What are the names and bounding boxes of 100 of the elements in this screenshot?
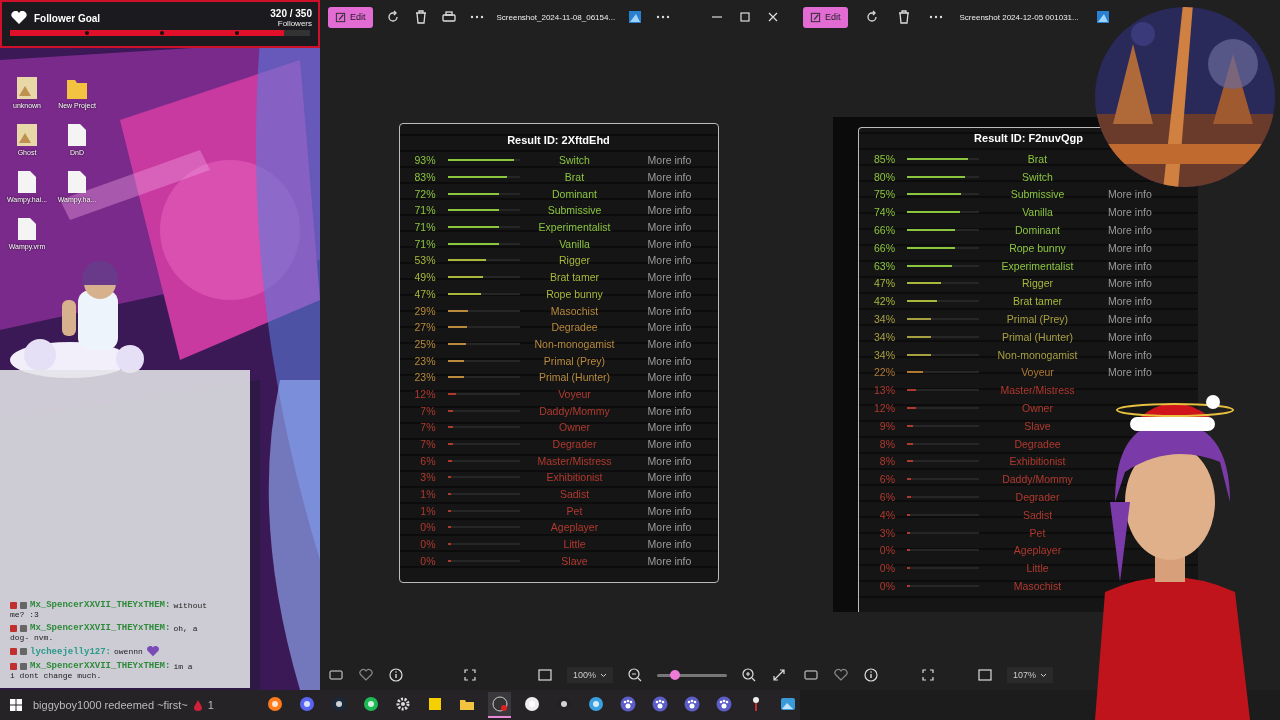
trait-name: Rigger [558,254,591,267]
trait-name: Masochist [1012,580,1063,592]
more-info-link[interactable]: More info [1088,259,1198,272]
more-info-link[interactable]: More info [1088,277,1198,290]
more-info-link[interactable]: More info [647,171,692,184]
percent-value: 13% [873,384,896,397]
edit-button[interactable]: Edit [803,6,848,28]
percent-value: 22% [873,366,896,379]
more-info-link[interactable]: More info [1088,224,1198,237]
percent-value: 72% [413,187,437,200]
trait-name: Degradee [550,321,599,334]
result-title: Result ID: F2nuvQgp [973,132,1084,144]
trait-name: Rope bunny [545,287,604,300]
percent-value: 0% [419,554,437,567]
chat-username: Mx_SpencerXXVII_THEYxTHEM: [30,623,171,633]
more-info-link[interactable]: More info [647,504,692,517]
trait-name: Primal (Hunter) [537,371,612,384]
more-info-link[interactable]: More info [647,538,692,551]
percent-value: 9% [878,419,896,432]
trait-name: Masochist [549,304,600,317]
trait-name: Degradee [1013,437,1062,450]
goal-title: Follower Goal [34,12,102,24]
percent-value: 0% [878,562,896,575]
percent-value: 0% [419,521,437,534]
trait-name: Daddy/Mommy [538,404,611,417]
trait-name: Rope bunny [1008,241,1067,254]
trait-name: Primal (Hunter) [1000,330,1075,343]
more-info-link[interactable]: More info [647,187,692,200]
zoom-dropdown[interactable]: 107% [1006,667,1053,683]
trait-name: Degrader [551,438,598,451]
more-info-link[interactable]: More info [647,271,692,284]
trait-name: Pet [565,504,584,517]
more-info-link[interactable]: More info [647,354,692,367]
more-info-link[interactable]: More info [647,237,692,250]
percent-value: 6% [878,473,896,486]
percent-value: 63% [873,259,896,272]
percent-value: 0% [419,538,437,551]
percent-value: 53% [413,254,437,267]
more-info-link[interactable]: More info [647,438,692,451]
zoom-dropdown[interactable]: 100% [566,667,613,683]
percent-value: 66% [873,224,896,237]
more-info-link[interactable]: More info [647,304,692,317]
percent-value: 42% [873,295,896,308]
more-info-link[interactable]: More info [647,254,692,267]
percent-value: 34% [873,330,896,343]
percent-value: 34% [873,313,896,326]
more-info-link[interactable]: More info [1088,348,1198,361]
trait-name: Owner [1021,402,1054,415]
trait-name: Non-monogamist [533,337,616,350]
more-info-link[interactable]: More info [647,521,692,534]
percent-value: 12% [873,402,896,415]
percent-value: 71% [413,237,437,250]
chat-message: me? :3 [10,610,40,619]
more-info-link[interactable]: More info [647,471,692,484]
percent-value: 25% [413,337,437,350]
more-info-link[interactable]: More info [647,488,692,501]
more-info-link[interactable]: More info [647,404,692,417]
percent-value: 85% [873,152,896,165]
trait-name: Experimentalist [537,221,612,234]
trait-name: Dominant [551,187,598,200]
more-info-link[interactable]: More info [1088,295,1198,308]
chat-username: Mx_SpencerXXVII_THEYxTHEM: [30,600,171,610]
percent-value: 3% [878,526,896,539]
edit-button[interactable]: Edit [328,6,373,28]
percent-value: 80% [873,170,896,183]
more-info-link[interactable]: More info [647,387,692,400]
percent-value: 27% [413,321,437,334]
more-info-link[interactable]: More info [1088,188,1198,201]
more-info-link[interactable]: More info [647,287,692,300]
more-info-link[interactable]: More info [647,421,692,434]
more-info-link[interactable]: More info [647,337,692,350]
more-info-link[interactable]: More info [647,221,692,234]
more-info-link[interactable]: More info [1088,206,1198,219]
more-info-link[interactable]: More info [1088,330,1198,343]
trait-name: Rigger [1021,277,1054,290]
more-info-link[interactable]: More info [1088,366,1198,379]
chat-message: dog- nvm. [10,633,55,642]
percent-value: 34% [873,348,896,361]
more-info-link[interactable]: More info [647,454,692,467]
more-info-link[interactable]: More info [647,371,692,384]
trait-name: Sadist [558,488,591,501]
more-info-link[interactable]: More info [647,204,692,217]
chat-username: lycheejelly127: [30,646,111,657]
trait-name: Sadist [1021,508,1054,521]
trait-name: Vanilla [1021,206,1054,219]
chat-username: Mx_SpencerXXVII_THEYxTHEM: [30,661,171,671]
percent-value: 93% [413,154,437,167]
more-info-link[interactable]: More info [647,554,692,567]
more-info-link[interactable]: More info [1088,241,1198,254]
percent-value: 7% [419,404,437,417]
more-info-link[interactable]: More info [647,154,692,167]
trait-name: Owner [558,421,591,434]
trait-name: Switch [558,154,591,167]
trait-name: Voyeur [1020,366,1055,379]
percent-value: 6% [419,454,437,467]
trait-name: Dominant [1014,224,1061,237]
more-info-link[interactable]: More info [1088,313,1198,326]
more-info-link[interactable]: More info [647,321,692,334]
trait-name: Pet [1028,526,1047,539]
percent-value: 47% [873,277,896,290]
